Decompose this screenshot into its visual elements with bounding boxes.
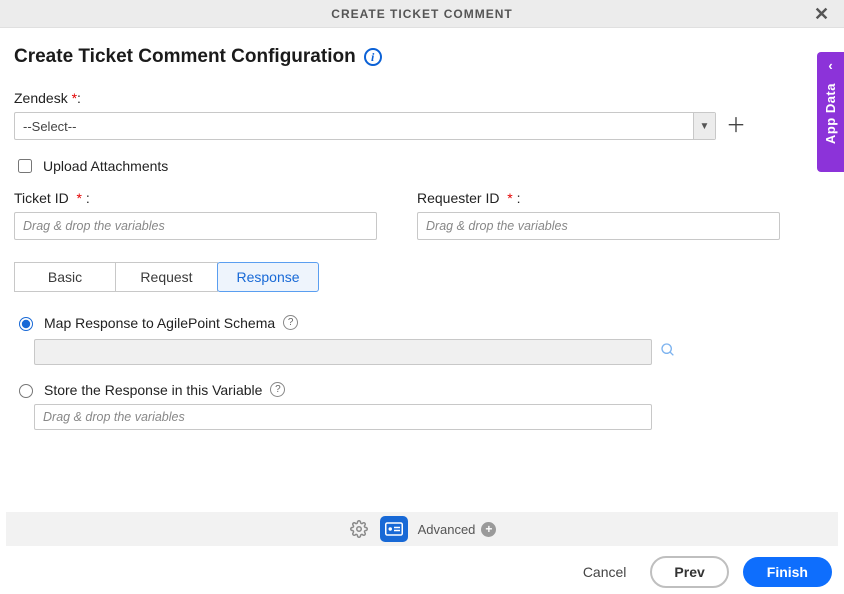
browse-schema-icon[interactable]: [660, 342, 676, 363]
requester-id-field: Requester ID * : Drag & drop the variabl…: [417, 190, 780, 240]
id-fields-row: Ticket ID * : Drag & drop the variables …: [14, 190, 830, 240]
ticket-id-field: Ticket ID * : Drag & drop the variables: [14, 190, 377, 240]
ticket-id-input[interactable]: Drag & drop the variables: [14, 212, 377, 240]
map-response-row: Map Response to AgilePoint Schema ?: [14, 314, 830, 331]
prev-button[interactable]: Prev: [650, 556, 728, 588]
close-icon[interactable]: ✕: [808, 0, 836, 28]
requester-id-label: Requester ID * :: [417, 190, 780, 206]
required-star: *: [507, 190, 512, 206]
footer-toolbar: Advanced +: [6, 512, 838, 546]
response-options: Map Response to AgilePoint Schema ? Stor…: [14, 314, 830, 430]
settings-gear-icon[interactable]: [348, 518, 370, 540]
app-data-side-tab[interactable]: ‹ App Data: [817, 52, 844, 172]
advanced-label: Advanced: [418, 522, 476, 537]
modal-header: CREATE TICKET COMMENT ✕: [0, 0, 844, 28]
finish-button[interactable]: Finish: [743, 557, 832, 587]
details-card-icon[interactable]: [380, 516, 408, 542]
zendesk-select[interactable]: --Select-- ▼: [14, 112, 716, 140]
zendesk-select-wrap: --Select-- ▼ ＋: [14, 112, 830, 140]
side-tab-label: App Data: [823, 83, 838, 144]
chevron-down-icon: ▼: [693, 113, 715, 139]
required-star: *: [77, 190, 82, 206]
info-icon[interactable]: i: [364, 48, 382, 66]
store-variable-placeholder: Drag & drop the variables: [43, 410, 185, 424]
schema-input-row: [34, 339, 830, 365]
page-title-row: Create Ticket Comment Configuration i: [14, 46, 830, 68]
upload-attachments-checkbox[interactable]: [18, 159, 32, 173]
colon: :: [517, 190, 521, 206]
plus-circle-icon: +: [481, 522, 496, 537]
store-variable-radio[interactable]: [19, 384, 33, 398]
store-variable-input[interactable]: Drag & drop the variables: [34, 404, 652, 430]
colon: :: [77, 90, 81, 106]
help-icon[interactable]: ?: [270, 382, 285, 397]
colon: :: [86, 190, 90, 206]
footer-buttons: Cancel Prev Finish: [573, 556, 832, 588]
tab-request[interactable]: Request: [116, 262, 218, 292]
zendesk-label: Zendesk *:: [14, 90, 830, 106]
chevron-left-icon: ‹: [828, 58, 832, 73]
modal-title: CREATE TICKET COMMENT: [331, 7, 512, 21]
ticket-id-placeholder: Drag & drop the variables: [23, 219, 165, 233]
requester-id-input[interactable]: Drag & drop the variables: [417, 212, 780, 240]
store-variable-row: Store the Response in this Variable ?: [14, 381, 830, 398]
add-zendesk-button[interactable]: ＋: [726, 116, 746, 136]
store-variable-input-row: Drag & drop the variables: [34, 404, 830, 430]
help-icon[interactable]: ?: [283, 315, 298, 330]
requester-id-placeholder: Drag & drop the variables: [426, 219, 568, 233]
map-response-radio[interactable]: [19, 317, 33, 331]
tab-response[interactable]: Response: [217, 262, 319, 292]
tab-basic[interactable]: Basic: [14, 262, 116, 292]
content-area: Create Ticket Comment Configuration i Ze…: [0, 28, 844, 430]
advanced-toggle[interactable]: Advanced +: [418, 522, 497, 537]
upload-attachments-label[interactable]: Upload Attachments: [43, 158, 168, 174]
zendesk-label-text: Zendesk: [14, 90, 68, 106]
cancel-button[interactable]: Cancel: [573, 558, 637, 586]
tab-group: Basic Request Response: [14, 262, 830, 292]
upload-attachments-row: Upload Attachments: [14, 156, 830, 176]
map-response-label[interactable]: Map Response to AgilePoint Schema: [44, 315, 275, 331]
page-title: Create Ticket Comment Configuration: [14, 46, 356, 68]
store-variable-label[interactable]: Store the Response in this Variable: [44, 382, 262, 398]
schema-input[interactable]: [34, 339, 652, 365]
ticket-id-label: Ticket ID * :: [14, 190, 377, 206]
requester-id-label-text: Requester ID: [417, 190, 499, 206]
zendesk-select-value: --Select--: [15, 119, 693, 134]
ticket-id-label-text: Ticket ID: [14, 190, 69, 206]
